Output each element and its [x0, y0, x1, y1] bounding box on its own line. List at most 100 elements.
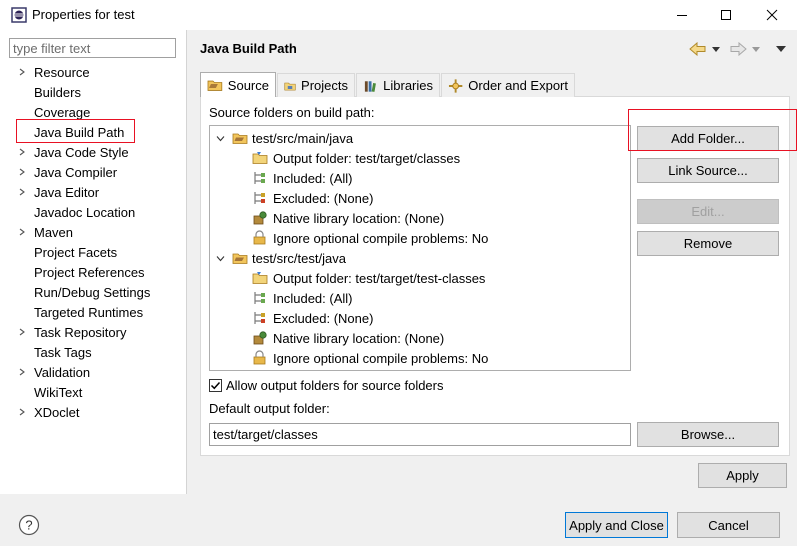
nav-item[interactable]: Validation: [18, 362, 178, 382]
nav-item[interactable]: Project References: [18, 262, 178, 282]
nav-item[interactable]: Java Code Style: [18, 142, 178, 162]
nav-item[interactable]: Java Editor: [18, 182, 178, 202]
chevron-down-icon: [752, 47, 760, 52]
browse-button[interactable]: Browse...: [637, 422, 779, 447]
tab-order-and-export[interactable]: Order and Export: [441, 73, 575, 97]
nav-item[interactable]: Java Compiler: [18, 162, 178, 182]
attribute-label: Included: (All): [273, 170, 353, 186]
nav-item-label: Java Compiler: [34, 164, 118, 180]
chevron-right-icon[interactable]: [18, 188, 34, 196]
edit-button[interactable]: Edit...: [637, 199, 779, 224]
eclipse-app-icon: [11, 7, 27, 23]
nav-item-label: Java Code Style: [34, 144, 129, 160]
nav-item[interactable]: XDoclet: [18, 402, 178, 422]
nav-item[interactable]: Targeted Runtimes: [18, 302, 178, 322]
source-folder-icon: [232, 130, 252, 146]
nav-item-label: Coverage: [34, 104, 91, 120]
filter-input[interactable]: [9, 38, 176, 58]
source-folder-path: test/src/test/java: [252, 250, 346, 266]
default-output-folder-field[interactable]: test/target/classes: [209, 423, 631, 446]
chevron-down-icon[interactable]: [216, 254, 232, 263]
source-folder-path: test/src/main/java: [252, 130, 354, 146]
view-menu-button[interactable]: [775, 43, 787, 55]
minimize-button[interactable]: [659, 0, 705, 30]
nav-item[interactable]: Resource: [18, 62, 178, 82]
close-icon: [766, 9, 778, 21]
link-source-button[interactable]: Link Source...: [637, 158, 779, 183]
attribute-label: Native library location: (None): [273, 210, 445, 226]
source-folder-row[interactable]: test/src/test/java: [216, 248, 346, 268]
nav-item-label: Resource: [34, 64, 90, 80]
help-button[interactable]: ?: [18, 514, 40, 536]
checkmark-icon: [210, 381, 221, 390]
nav-item[interactable]: Run/Debug Settings: [18, 282, 178, 302]
allow-output-folders-option[interactable]: Allow output folders for source folders: [209, 378, 444, 393]
source-folder-attribute[interactable]: Native library location: (None): [252, 208, 444, 228]
source-folder-attribute[interactable]: Output folder: test/target/test-classes: [252, 268, 485, 288]
source-folder-attribute[interactable]: Included: (All): [252, 288, 352, 308]
source-folder-attribute[interactable]: Included: (All): [252, 168, 352, 188]
page-title: Java Build Path: [200, 41, 297, 56]
chevron-right-icon[interactable]: [18, 408, 34, 416]
included-icon: [252, 290, 273, 306]
apply-button[interactable]: Apply: [698, 463, 787, 488]
nav-item-label: Validation: [34, 364, 91, 380]
nav-item-label: WikiText: [34, 384, 83, 400]
source-folder-attribute[interactable]: Excluded: (None): [252, 308, 373, 328]
default-output-folder-label: Default output folder:: [209, 401, 330, 416]
allow-output-folders-checkbox[interactable]: [209, 379, 222, 392]
nav-item-label: Maven: [34, 224, 74, 240]
source-folder-attribute[interactable]: Output folder: test/target/classes: [252, 148, 460, 168]
nav-selection-highlight: [16, 119, 135, 143]
source-folder-attribute[interactable]: Ignore optional compile problems: No: [252, 228, 488, 248]
minimize-icon: [677, 15, 687, 16]
source-folder-attribute[interactable]: Native library location: (None): [252, 328, 444, 348]
source-folders-tree[interactable]: test/src/main/java Output folder: test/ta…: [209, 125, 631, 371]
source-folder-attribute[interactable]: Excluded: (None): [252, 188, 373, 208]
tab-projects[interactable]: Projects: [277, 73, 355, 97]
chevron-right-icon[interactable]: [18, 148, 34, 156]
attribute-label: Included: (All): [273, 290, 353, 306]
nav-item-label: Javadoc Location: [34, 204, 136, 220]
attribute-label: Excluded: (None): [273, 190, 374, 206]
forward-button[interactable]: [729, 41, 764, 57]
close-button[interactable]: [749, 0, 795, 30]
nav-item[interactable]: Maven: [18, 222, 178, 242]
back-arrow-icon: [689, 42, 706, 56]
nav-item-label: Task Repository: [34, 324, 127, 340]
chevron-right-icon[interactable]: [18, 328, 34, 336]
nav-item[interactable]: Project Facets: [18, 242, 178, 262]
allow-output-folders-label: Allow output folders for source folders: [226, 378, 444, 393]
order-export-icon: [448, 78, 463, 93]
chevron-right-icon[interactable]: [18, 68, 34, 76]
title-bar: Properties for test: [0, 0, 797, 30]
chevron-down-icon[interactable]: [216, 134, 232, 143]
nav-item[interactable]: Javadoc Location: [18, 202, 178, 222]
source-folder-icon: [232, 250, 252, 266]
nav-item[interactable]: Builders: [18, 82, 178, 102]
attribute-label: Excluded: (None): [273, 310, 374, 326]
nav-item[interactable]: Task Tags: [18, 342, 178, 362]
window-title: Properties for test: [32, 7, 135, 22]
nav-item[interactable]: WikiText: [18, 382, 178, 402]
tab-libraries[interactable]: Libraries: [356, 73, 440, 97]
attribute-label: Native library location: (None): [273, 330, 445, 346]
remove-button[interactable]: Remove: [637, 231, 779, 256]
native-library-icon: [252, 210, 273, 226]
maximize-icon: [721, 10, 731, 20]
cancel-button[interactable]: Cancel: [677, 512, 780, 538]
maximize-button[interactable]: [703, 0, 749, 30]
libraries-icon: [364, 80, 376, 92]
chevron-right-icon[interactable]: [18, 368, 34, 376]
back-button[interactable]: [689, 41, 724, 57]
source-folder-attribute[interactable]: Ignore optional compile problems: No: [252, 348, 488, 368]
nav-item[interactable]: Task Repository: [18, 322, 178, 342]
chevron-right-icon[interactable]: [18, 168, 34, 176]
nav-item-label: Builders: [34, 84, 81, 100]
source-folders-label: Source folders on build path:: [209, 105, 375, 120]
chevron-right-icon[interactable]: [18, 228, 34, 236]
tab-source[interactable]: Source: [200, 72, 276, 97]
source-folder-row[interactable]: test/src/main/java: [216, 128, 353, 148]
apply-and-close-button[interactable]: Apply and Close: [565, 512, 668, 538]
attribute-label: Output folder: test/target/test-classes: [273, 270, 486, 286]
